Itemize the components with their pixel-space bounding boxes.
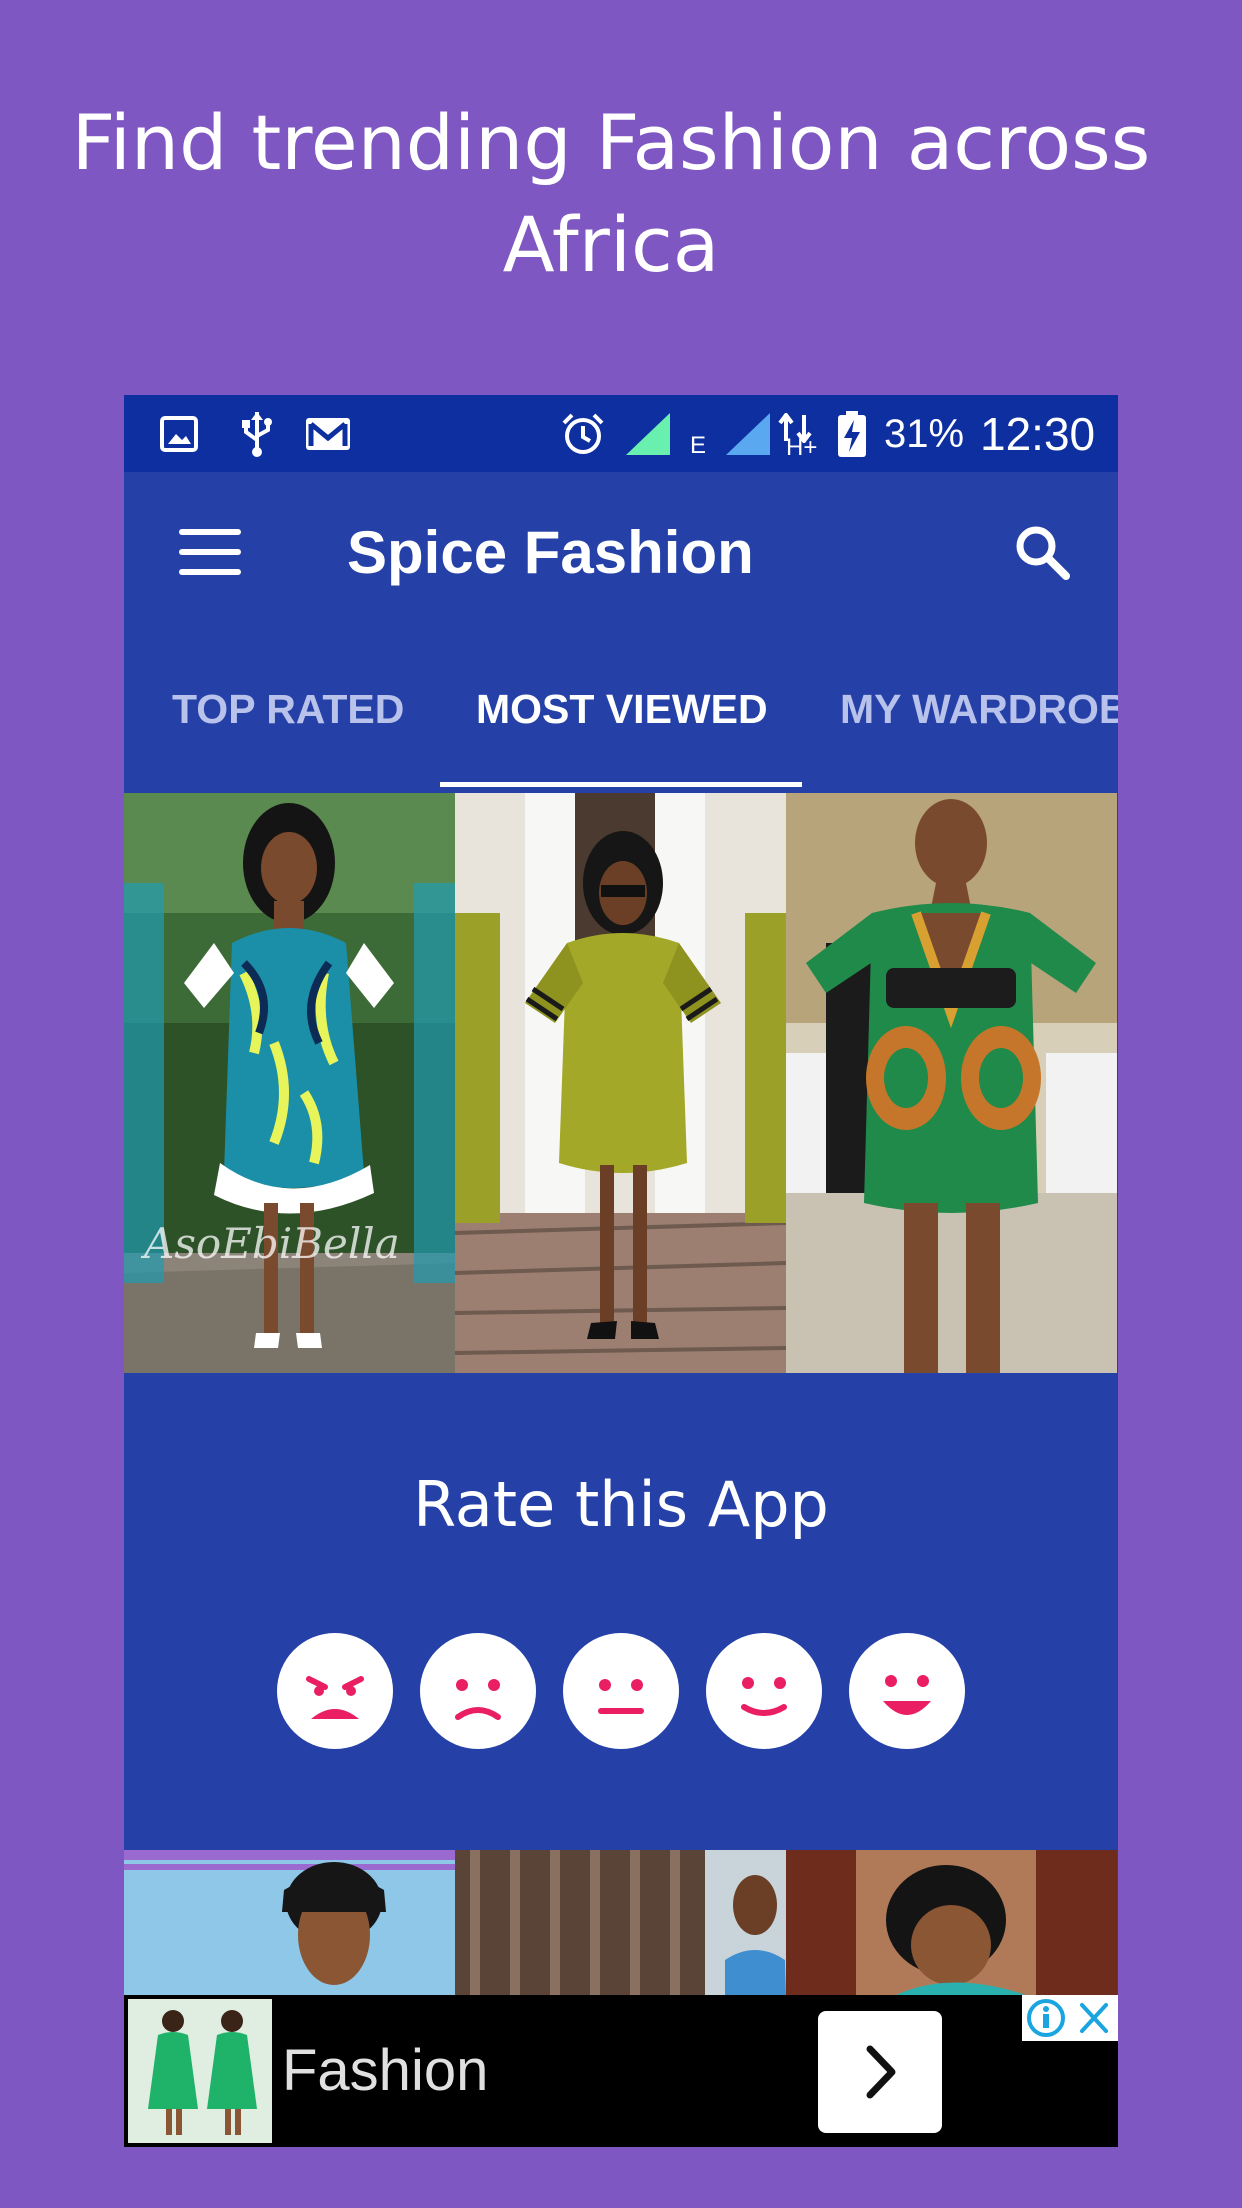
neutral-face-icon[interactable] bbox=[563, 1633, 679, 1749]
fashion-photo[interactable] bbox=[455, 1850, 786, 1995]
signal-icon bbox=[624, 411, 672, 457]
ad-choices-icon[interactable] bbox=[1027, 1999, 1065, 2037]
rate-app-section: Rate this App bbox=[124, 1375, 1118, 1845]
fashion-photo[interactable] bbox=[786, 793, 1117, 1373]
battery-percent: 31% bbox=[884, 412, 965, 456]
search-icon[interactable] bbox=[1012, 522, 1072, 582]
fashion-photo[interactable] bbox=[786, 1850, 1117, 1995]
tab-most-viewed[interactable]: MOST VIEWED bbox=[476, 632, 768, 787]
app-title: Spice Fashion bbox=[347, 519, 754, 586]
very-sad-face-icon[interactable] bbox=[277, 1633, 393, 1749]
close-icon[interactable] bbox=[1080, 2003, 1108, 2033]
sad-face-icon[interactable] bbox=[420, 1633, 536, 1749]
phone-screen: E H+ 31% 12:30 Spice Fashion TOP RATED M… bbox=[124, 395, 1118, 2147]
fashion-photo[interactable]: AsoEbiBella bbox=[124, 793, 455, 1373]
very-happy-face-icon[interactable] bbox=[849, 1633, 965, 1749]
tab-bar: TOP RATED MOST VIEWED MY WARDROB bbox=[124, 632, 1118, 787]
photo-watermark: AsoEbiBella bbox=[140, 1219, 400, 1268]
ad-choices[interactable] bbox=[1022, 1995, 1118, 2041]
gmail-icon bbox=[304, 411, 352, 457]
ad-headline[interactable]: Fashion bbox=[282, 2035, 488, 2107]
promo-heading-line1: Find trending Fashion across bbox=[71, 98, 1151, 187]
hamburger-menu-icon[interactable] bbox=[179, 529, 241, 575]
photo-grid-row bbox=[124, 1850, 1118, 1995]
usb-icon bbox=[240, 411, 274, 457]
chevron-right-icon[interactable] bbox=[818, 2011, 942, 2133]
rating-faces bbox=[277, 1633, 965, 1749]
network-hplus-label: H+ bbox=[786, 434, 818, 461]
clock-time: 12:30 bbox=[980, 408, 1096, 460]
banner-ad[interactable]: Fashion bbox=[124, 1995, 1118, 2147]
promo-heading: Find trending Fashion across Africa bbox=[40, 92, 1182, 296]
fashion-photo[interactable] bbox=[455, 793, 786, 1373]
fashion-photo[interactable] bbox=[124, 1850, 455, 1995]
ad-thumbnail bbox=[128, 1999, 272, 2143]
alarm-icon bbox=[560, 411, 606, 457]
gallery-icon bbox=[160, 411, 198, 457]
battery-charging-icon bbox=[836, 411, 868, 457]
signal-icon bbox=[724, 411, 772, 457]
tab-my-wardrobe[interactable]: MY WARDROB bbox=[840, 632, 1118, 787]
status-bar: E H+ 31% 12:30 bbox=[124, 395, 1118, 472]
rate-app-title: Rate this App bbox=[413, 1468, 829, 1541]
promo-heading-line2: Africa bbox=[502, 200, 720, 289]
active-tab-indicator bbox=[440, 782, 802, 787]
tab-top-rated[interactable]: TOP RATED bbox=[172, 632, 404, 787]
network-e-label: E bbox=[690, 432, 707, 459]
photo-grid-row: AsoEbiBella bbox=[124, 793, 1118, 1373]
happy-face-icon[interactable] bbox=[706, 1633, 822, 1749]
app-toolbar: Spice Fashion bbox=[124, 472, 1118, 632]
